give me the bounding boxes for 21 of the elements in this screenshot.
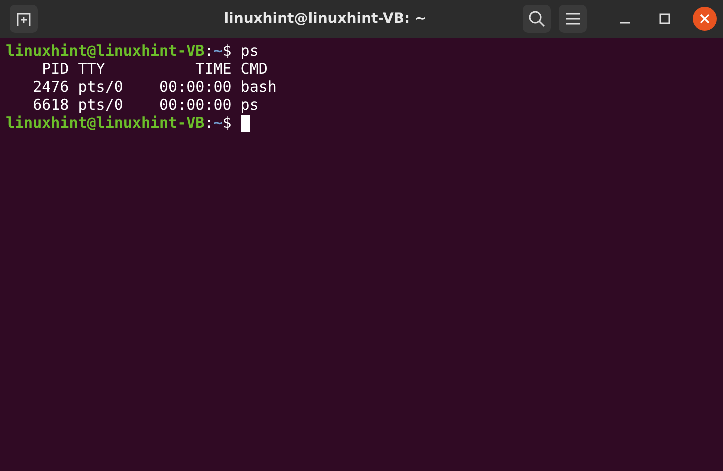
output-line: 6618 pts/0 00:00:00 ps — [32, 96, 259, 114]
output-line: PID TTY TIME CMD — [41, 60, 268, 78]
search-icon — [528, 10, 546, 28]
window-title: linuxhint@linuxhint-VB: ~ — [223, 11, 428, 27]
prompt-separator: : — [204, 114, 214, 132]
prompt-user: linuxhint@linuxhint-VB — [6, 42, 205, 60]
prompt-path: ~ — [214, 114, 223, 132]
new-tab-button[interactable] — [10, 5, 38, 33]
search-button[interactable] — [523, 5, 551, 33]
command-text: ps — [240, 42, 259, 60]
prompt-user: linuxhint@linuxhint-VB — [6, 114, 205, 132]
prompt-symbol: $ — [222, 114, 232, 132]
new-tab-icon — [16, 11, 32, 27]
output-line: 2476 pts/0 00:00:00 bash — [32, 78, 277, 96]
prompt-path: ~ — [214, 42, 223, 60]
prompt-symbol: $ — [222, 42, 232, 60]
prompt-separator: : — [204, 42, 214, 60]
menu-icon — [566, 13, 580, 25]
close-icon[interactable] — [693, 7, 717, 31]
maximize-icon[interactable] — [659, 13, 671, 25]
menu-button[interactable] — [559, 5, 587, 33]
